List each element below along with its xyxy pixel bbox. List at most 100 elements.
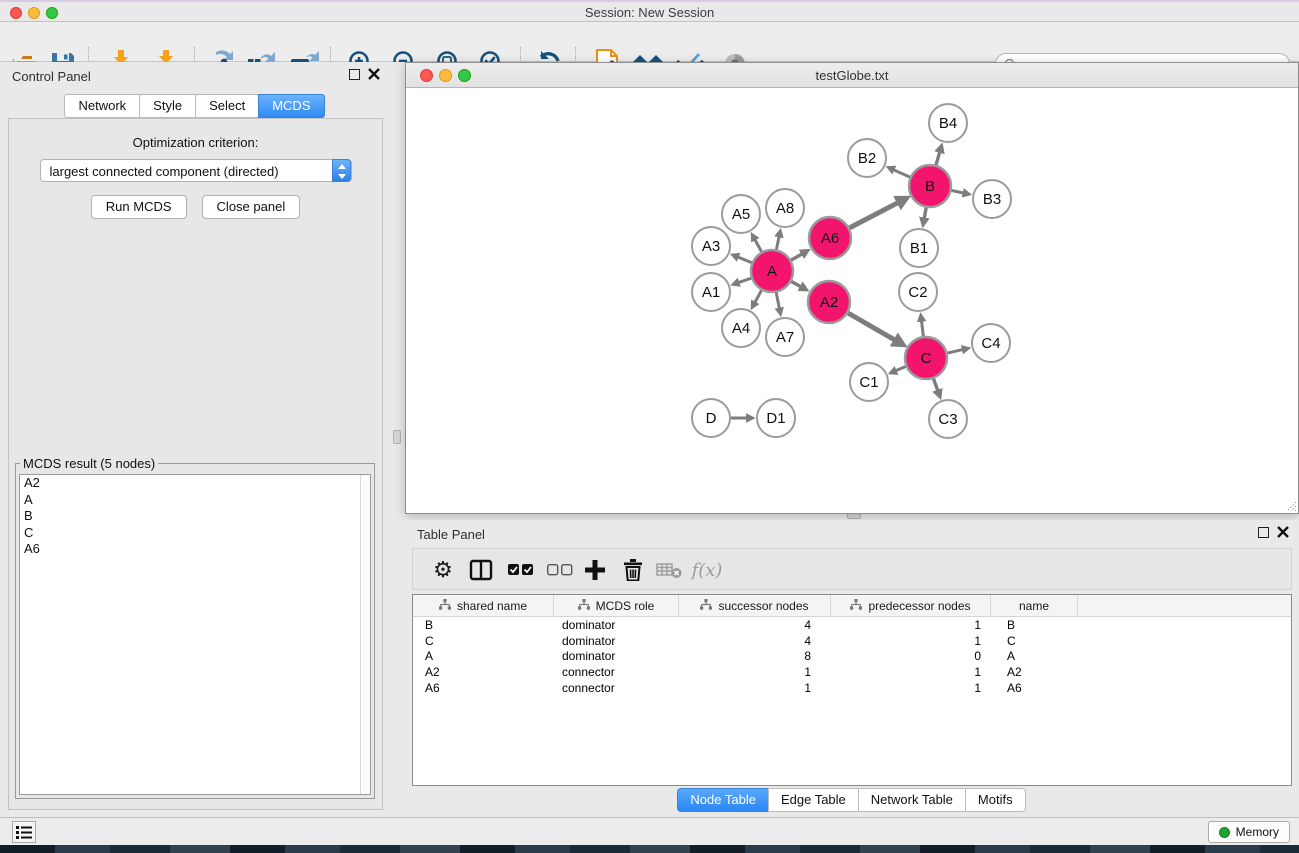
- column-view-icon[interactable]: [465, 555, 497, 585]
- result-list-scrollbar[interactable]: [360, 475, 370, 794]
- table-cell: C: [991, 633, 1078, 649]
- window-title: Session: New Session: [0, 5, 1299, 20]
- column-header-successor-nodes[interactable]: successor nodes: [679, 595, 831, 616]
- network-graph[interactable]: B4B2BB3A5A8A6A3B1AC2A1A2A4A7C4CC1C3DD1: [406, 88, 1298, 513]
- table-cell: 1: [831, 633, 991, 649]
- table-row[interactable]: Adominator80A: [413, 649, 1291, 665]
- tab-style[interactable]: Style: [139, 94, 196, 118]
- memory-button[interactable]: Memory: [1208, 821, 1290, 843]
- mcds-result-item[interactable]: B: [20, 508, 370, 525]
- delete-column-icon[interactable]: [617, 555, 649, 585]
- control-panel-tabs: NetworkStyleSelectMCDS: [0, 94, 390, 118]
- edge-A-A1[interactable]: [737, 278, 751, 283]
- edge-A-A7[interactable]: [776, 293, 779, 310]
- run-mcds-button[interactable]: Run MCDS: [91, 195, 187, 219]
- gear-icon[interactable]: ⚙: [427, 555, 459, 585]
- edge-C-C4[interactable]: [947, 349, 963, 353]
- select-all-icon[interactable]: [505, 555, 537, 585]
- table-cell: A6: [413, 680, 554, 696]
- node-label-A2: A2: [820, 294, 838, 311]
- control-panel: Control Panel NetworkStyleSelectMCDS Opt…: [0, 62, 390, 817]
- node-label-D1: D1: [766, 410, 785, 427]
- fx-label: f(x): [692, 560, 723, 581]
- mcds-result-item[interactable]: A2: [20, 475, 370, 492]
- network-column-icon: [850, 599, 862, 613]
- network-canvas[interactable]: B4B2BB3A5A8A6A3B1AC2A1A2A4A7C4CC1C3DD1: [406, 88, 1298, 513]
- node-label-C4: C4: [981, 335, 1000, 352]
- edge-A-A3[interactable]: [737, 257, 752, 263]
- tab-network[interactable]: Network: [64, 94, 140, 118]
- node-label-C1: C1: [859, 374, 878, 391]
- float-panel-icon[interactable]: [1258, 527, 1269, 538]
- column-header-MCDS-role[interactable]: MCDS role: [554, 595, 679, 616]
- mcds-result-item[interactable]: C: [20, 525, 370, 542]
- table-cell: dominator: [554, 649, 679, 665]
- table-cell: 8: [679, 649, 831, 665]
- edge-A-A2[interactable]: [791, 282, 802, 288]
- edge-B-B4[interactable]: [936, 151, 940, 165]
- main-toolbar: [0, 22, 1299, 62]
- table-cell: 1: [679, 680, 831, 696]
- table-cell: 1: [831, 617, 991, 633]
- close-panel-icon[interactable]: [368, 68, 380, 80]
- float-panel-icon[interactable]: [349, 69, 360, 80]
- tab-node-table[interactable]: Node Table: [677, 788, 769, 812]
- optimization-criterion-label: Optimization criterion:: [9, 135, 382, 150]
- vertical-splitter[interactable]: [390, 62, 405, 817]
- edge-A6-B[interactable]: [850, 202, 900, 228]
- criterion-dropdown-value: largest connected component (directed): [50, 164, 279, 179]
- network-window-titlebar[interactable]: testGlobe.txt: [406, 63, 1298, 88]
- mcds-result-item[interactable]: A: [20, 492, 370, 509]
- column-header-shared-name[interactable]: shared name: [413, 595, 554, 616]
- close-panel-icon[interactable]: [1277, 526, 1289, 538]
- table-cell: A2: [413, 664, 554, 680]
- mcds-tab-content: Optimization criterion: largest connecte…: [8, 118, 383, 810]
- node-label-A6: A6: [821, 230, 839, 247]
- edge-A-A4[interactable]: [754, 290, 761, 303]
- edge-A-A8[interactable]: [776, 235, 779, 249]
- deselect-all-icon[interactable]: [544, 555, 576, 585]
- function-builder-icon[interactable]: f(x): [691, 555, 723, 585]
- task-history-button[interactable]: [12, 821, 36, 843]
- edge-A-A5[interactable]: [754, 239, 761, 252]
- tab-network-table[interactable]: Network Table: [858, 788, 966, 812]
- node-label-A7: A7: [776, 329, 794, 346]
- desktop-background: [0, 845, 1299, 853]
- network-column-icon: [578, 599, 590, 613]
- column-header-predecessor-nodes[interactable]: predecessor nodes: [831, 595, 991, 616]
- edge-C-C3[interactable]: [933, 379, 938, 392]
- mcds-result-item[interactable]: A6: [20, 541, 370, 558]
- edge-B-B3[interactable]: [952, 191, 965, 194]
- add-column-icon[interactable]: [579, 555, 611, 585]
- list-icon: [16, 826, 32, 839]
- tab-edge-table[interactable]: Edge Table: [768, 788, 859, 812]
- table-cell: B: [413, 617, 554, 633]
- criterion-dropdown[interactable]: largest connected component (directed): [40, 159, 352, 182]
- table-row[interactable]: A2connector11A2: [413, 664, 1291, 680]
- edge-A-A6[interactable]: [791, 253, 803, 260]
- delete-table-icon[interactable]: [653, 555, 685, 585]
- edge-B-B2[interactable]: [893, 169, 910, 177]
- resize-grip-icon[interactable]: [1283, 498, 1297, 512]
- edge-C-C1[interactable]: [895, 367, 906, 372]
- table-row[interactable]: Cdominator41C: [413, 633, 1291, 649]
- tab-select[interactable]: Select: [195, 94, 259, 118]
- memory-label: Memory: [1236, 825, 1279, 839]
- dropdown-stepper-icon: [332, 159, 351, 182]
- node-label-C2: C2: [908, 284, 927, 301]
- column-header-name[interactable]: name: [991, 595, 1078, 616]
- table-row[interactable]: A6connector11A6: [413, 680, 1291, 696]
- table-cell: A2: [991, 664, 1078, 680]
- edge-C-C2[interactable]: [921, 320, 923, 336]
- tab-mcds[interactable]: MCDS: [258, 94, 324, 118]
- splitter-grip[interactable]: [393, 430, 401, 444]
- close-panel-button[interactable]: Close panel: [202, 195, 301, 219]
- edge-A2-C[interactable]: [848, 313, 897, 341]
- control-panel-header: Control Panel: [0, 62, 390, 88]
- tab-motifs[interactable]: Motifs: [965, 788, 1026, 812]
- table-row[interactable]: Bdominator41B: [413, 617, 1291, 633]
- table-cell: 1: [831, 680, 991, 696]
- network-column-icon: [439, 599, 451, 613]
- edge-B-B1[interactable]: [924, 208, 926, 220]
- table-cell: dominator: [554, 617, 679, 633]
